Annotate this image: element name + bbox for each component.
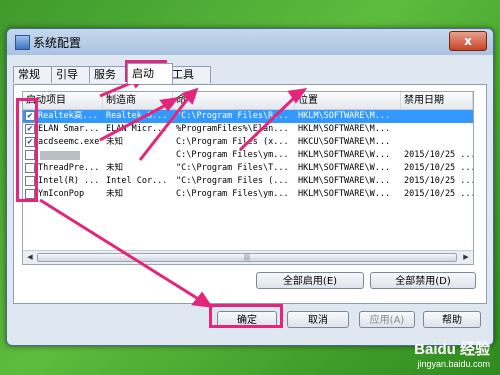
- row-checkbox[interactable]: [25, 150, 35, 160]
- help-button[interactable]: 帮助: [423, 311, 481, 328]
- row-date: 2015/10/25 ...: [404, 150, 473, 160]
- row-manufacturer: Intel Cor...: [106, 176, 168, 186]
- row-manufacturer: Realtek S...: [106, 111, 168, 121]
- startup-panel: 启动项目 制造商 命令 位置 禁用日期 ✔ Realtek高... Realte…: [13, 84, 487, 304]
- watermark-logo: Baidu 经验: [414, 341, 490, 358]
- row-date: 2015/10/25 ...: [404, 163, 473, 173]
- row-date: [401, 136, 473, 149]
- row-location: HKLM\SOFTWARE\M...: [298, 124, 391, 134]
- row-date: [401, 123, 473, 136]
- close-button[interactable]: x: [449, 31, 487, 51]
- table-row[interactable]: ✔ acdseemc.exe 未知 C:\Program Files (x...…: [23, 136, 473, 149]
- disable-all-button[interactable]: 全部禁用(D): [370, 272, 476, 289]
- window-title: 系统配置: [33, 36, 82, 50]
- row-date: 2015/10/25 ...: [404, 176, 473, 186]
- column-header-item[interactable]: 启动项目: [23, 92, 103, 109]
- column-header-command[interactable]: 命令: [173, 92, 295, 109]
- row-command: C:\Program Files (x...: [176, 137, 289, 147]
- system-config-dialog: 系统配置 x 常规 引导 服务 启动 工具 启动项目 制造商 命令 位置 禁用日…: [6, 28, 494, 346]
- column-header-location[interactable]: 位置: [295, 92, 401, 109]
- ok-button[interactable]: 确定: [217, 311, 277, 328]
- table-row[interactable]: YmIconPop 未知 C:\Program Files\ym... HKLM…: [23, 188, 473, 201]
- row-location: HKCU\SOFTWARE\M...: [298, 137, 391, 147]
- row-manufacturer: 未知: [106, 163, 124, 173]
- list-header: 启动项目 制造商 命令 位置 禁用日期: [23, 92, 473, 110]
- row-manufacturer: ELAN Micr...: [106, 124, 168, 134]
- scroll-thumb[interactable]: |||: [37, 253, 457, 262]
- row-checkbox[interactable]: [25, 189, 35, 199]
- row-checkbox[interactable]: ✔: [25, 137, 35, 147]
- row-checkbox[interactable]: ✔: [25, 124, 35, 134]
- enable-all-button[interactable]: 全部启用(E): [256, 272, 364, 289]
- row-command: "C:\Program Files\R...: [176, 111, 289, 121]
- scroll-left-icon[interactable]: ◀: [25, 253, 35, 262]
- row-date: [401, 110, 473, 123]
- row-command: %ProgramFiles%\Elan...: [176, 124, 289, 134]
- row-manufacturer: 未知: [106, 189, 124, 199]
- row-command: C:\Program Files\ym...: [176, 150, 289, 160]
- row-command: "C:\Program Files\T...: [176, 163, 289, 173]
- title-bar[interactable]: 系统配置 x: [7, 29, 493, 55]
- row-location: HKLM\SOFTWARE\W...: [298, 150, 391, 160]
- row-item: Realtek高...: [38, 111, 98, 121]
- row-item: acdseemc.exe: [38, 137, 100, 147]
- row-location: HKLM\SOFTWARE\W...: [298, 176, 391, 186]
- row-location: HKLM\SOFTWARE\W...: [298, 163, 391, 173]
- row-date: 2015/10/25 ...: [404, 189, 473, 199]
- row-item: ThreadPre...: [38, 163, 100, 173]
- table-row[interactable]: ThreadPre... 未知 "C:\Program Files\T... H…: [23, 162, 473, 175]
- startup-list[interactable]: 启动项目 制造商 命令 位置 禁用日期 ✔ Realtek高... Realte…: [22, 91, 474, 265]
- table-row[interactable]: Intel(R) ... Intel Cor... "C:\Program Fi…: [23, 175, 473, 188]
- baidu-jingyan-watermark: Baidu 经验 jingyan.baidu.com: [414, 338, 490, 369]
- watermark-url: jingyan.baidu.com: [417, 359, 490, 369]
- row-checkbox[interactable]: [25, 176, 35, 186]
- horizontal-scrollbar[interactable]: ◀ ||| ▶: [23, 250, 473, 264]
- row-checkbox[interactable]: [25, 163, 35, 173]
- row-command: C:\Program Files\ym...: [176, 189, 289, 199]
- table-row[interactable]: C:\Program Files\ym... HKLM\SOFTWARE\W..…: [23, 149, 473, 162]
- tab-tools[interactable]: 工具: [167, 66, 211, 83]
- row-manufacturer: 未知: [106, 137, 124, 147]
- tab-startup[interactable]: 启动: [127, 63, 173, 84]
- row-checkbox[interactable]: ✔: [25, 111, 35, 121]
- column-header-disabled-date[interactable]: 禁用日期: [401, 92, 473, 109]
- row-item: ELAN Smar...: [38, 124, 100, 134]
- row-item-blurred: [37, 149, 97, 162]
- row-item: YmIconPop: [38, 189, 85, 199]
- row-location: HKLM\SOFTWARE\M...: [298, 111, 391, 121]
- table-row[interactable]: ✔ Realtek高... Realtek S... "C:\Program F…: [23, 110, 473, 123]
- row-location: HKLM\SOFTWARE\W...: [298, 189, 391, 199]
- table-row[interactable]: ✔ ELAN Smar... ELAN Micr... %ProgramFile…: [23, 123, 473, 136]
- scroll-right-icon[interactable]: ▶: [461, 253, 471, 262]
- cancel-button[interactable]: 取消: [287, 311, 349, 328]
- msconfig-icon: [15, 35, 30, 50]
- row-item: Intel(R) ...: [38, 176, 100, 186]
- row-manufacturer: [103, 149, 173, 162]
- column-header-manufacturer[interactable]: 制造商: [103, 92, 173, 109]
- row-command: "C:\Program Files (...: [176, 176, 289, 186]
- apply-button[interactable]: 应用(A): [359, 311, 415, 328]
